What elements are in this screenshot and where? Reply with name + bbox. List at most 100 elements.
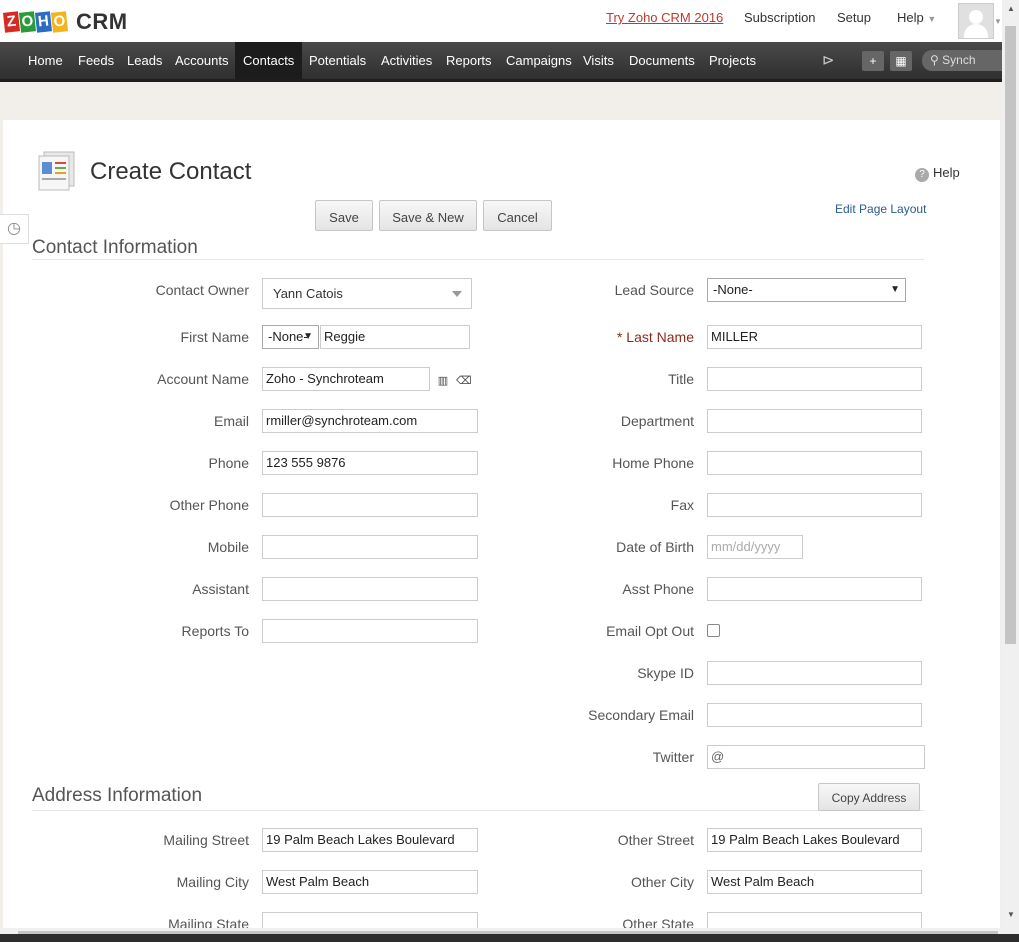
nav-documents[interactable]: Documents [629,42,695,79]
nav-visits[interactable]: Visits [583,42,614,79]
salutation-select[interactable]: -None- ▼ [262,325,319,349]
section-divider [32,259,924,260]
chevron-down-icon: ▼ [890,284,900,295]
search-icon: ⚲ [930,53,939,67]
last-name-input[interactable]: MILLER [707,325,922,349]
clear-icon[interactable]: ⌫ [456,375,472,387]
cancel-button[interactable]: Cancel [483,200,552,231]
help-menu[interactable]: Help ▼ [897,10,936,25]
taskbar-strip [0,934,1019,942]
title-label: Title [668,371,694,387]
home-phone-label: Home Phone [612,455,694,471]
chevron-down-icon[interactable]: ▼ [994,17,1002,26]
nav-reports[interactable]: Reports [446,42,492,79]
first-name-label: First Name [180,329,249,345]
search-input[interactable]: ⚲ Synch [922,50,1002,71]
email-opt-out-label: Email Opt Out [606,623,694,639]
help-menu-label: Help [897,10,924,25]
mobile-input[interactable] [262,535,478,559]
mailing-city-label: Mailing City [176,874,249,890]
mailing-city-input[interactable]: West Palm Beach [262,870,478,894]
twitter-input[interactable]: @ [707,745,925,769]
subscription-link[interactable]: Subscription [744,10,816,25]
scroll-down-icon[interactable]: ▼ [1007,910,1015,919]
save-new-button[interactable]: Save & New [379,200,477,231]
contact-owner-label: Contact Owner [155,282,249,298]
home-phone-input[interactable] [707,451,922,475]
chevron-down-icon [452,291,462,297]
department-input[interactable] [707,409,922,433]
calendar-icon[interactable]: ▦ [890,51,912,71]
nav-projects[interactable]: Projects [709,42,756,79]
nav-activities[interactable]: Activities [381,42,432,79]
department-label: Department [620,413,694,429]
lookup-icon[interactable]: ▥ [437,375,449,387]
vertical-scrollbar[interactable]: ▲ ▼ [1002,0,1019,928]
logo-letter: Z [2,11,21,33]
last-name-label: * Last Name [616,329,694,345]
send-icon[interactable]: ⊳ [822,51,835,69]
nav-contacts[interactable]: Contacts [235,42,303,79]
scroll-up-icon[interactable]: ▲ [1007,4,1015,13]
nav-campaigns[interactable]: Campaigns [506,42,572,79]
title-input[interactable] [707,367,922,391]
assistant-label: Assistant [192,581,249,597]
lead-source-value: -None- [713,282,753,297]
top-bar: Z O H O CRM Try Zoho CRM 2016 Subscripti… [0,0,1002,42]
date-of-birth-label: Date of Birth [616,539,694,555]
other-street-input[interactable]: 19 Palm Beach Lakes Boulevard [707,828,922,852]
contact-info-heading: Contact Information [32,237,198,258]
reports-to-input[interactable] [262,619,478,643]
logo-letter: O [50,11,69,33]
fax-input[interactable] [707,493,922,517]
other-phone-label: Other Phone [169,497,249,513]
first-name-input[interactable]: Reggie [320,325,470,349]
edit-page-layout-link[interactable]: Edit Page Layout [835,202,926,216]
skype-id-input[interactable] [707,661,922,685]
account-name-label: Account Name [157,371,249,387]
asst-phone-input[interactable] [707,577,922,601]
try-crm-link[interactable]: Try Zoho CRM 2016 [606,10,723,25]
save-button[interactable]: Save [315,200,373,231]
section-divider [32,810,924,811]
secondary-email-label: Secondary Email [588,707,694,723]
lead-source-select[interactable]: -None- ▼ [707,278,906,302]
email-input[interactable]: rmiller@synchroteam.com [262,409,478,433]
copy-address-button[interactable]: Copy Address [818,783,920,811]
assistant-input[interactable] [262,577,478,601]
logo-letter: H [34,11,53,33]
twitter-label: Twitter [652,749,694,765]
other-city-label: Other City [630,874,694,890]
contact-owner-value: Yann Catois [273,286,343,301]
logo-letter: O [18,11,37,33]
account-name-input[interactable]: Zoho - Synchroteam [262,367,430,391]
avatar[interactable] [958,3,994,39]
add-icon[interactable]: + [862,51,884,71]
date-of-birth-input[interactable]: mm/dd/yyyy [707,535,803,559]
history-icon[interactable]: ◷ [0,214,29,244]
main-nav: Home Feeds Leads Accounts Contacts Poten… [0,42,1002,82]
help-link[interactable]: ? Help [915,165,960,182]
help-label: Help [933,165,960,180]
nav-accounts[interactable]: Accounts [175,42,228,79]
email-opt-out-checkbox[interactable] [707,624,720,637]
nav-potentials[interactable]: Potentials [309,42,366,79]
phone-input[interactable]: 123 555 9876 [262,451,478,475]
mailing-street-input[interactable]: 19 Palm Beach Lakes Boulevard [262,828,478,852]
nav-leads[interactable]: Leads [127,42,162,79]
other-phone-input[interactable] [262,493,478,517]
setup-link[interactable]: Setup [837,10,871,25]
asst-phone-label: Asst Phone [622,581,694,597]
contact-owner-select[interactable]: Yann Catois [262,278,472,309]
secondary-email-input[interactable] [707,703,922,727]
nav-feeds[interactable]: Feeds [78,42,114,79]
product-name: CRM [76,9,128,34]
reports-to-label: Reports To [181,623,249,639]
other-city-input[interactable]: West Palm Beach [707,870,922,894]
scrollbar-thumb[interactable] [1005,26,1016,644]
search-placeholder: Synch [942,53,976,67]
nav-home[interactable]: Home [28,42,63,79]
page-title: Create Contact [90,158,252,185]
zoho-logo[interactable]: Z O H O CRM [2,9,128,35]
salutation-value: -None- [268,329,308,344]
